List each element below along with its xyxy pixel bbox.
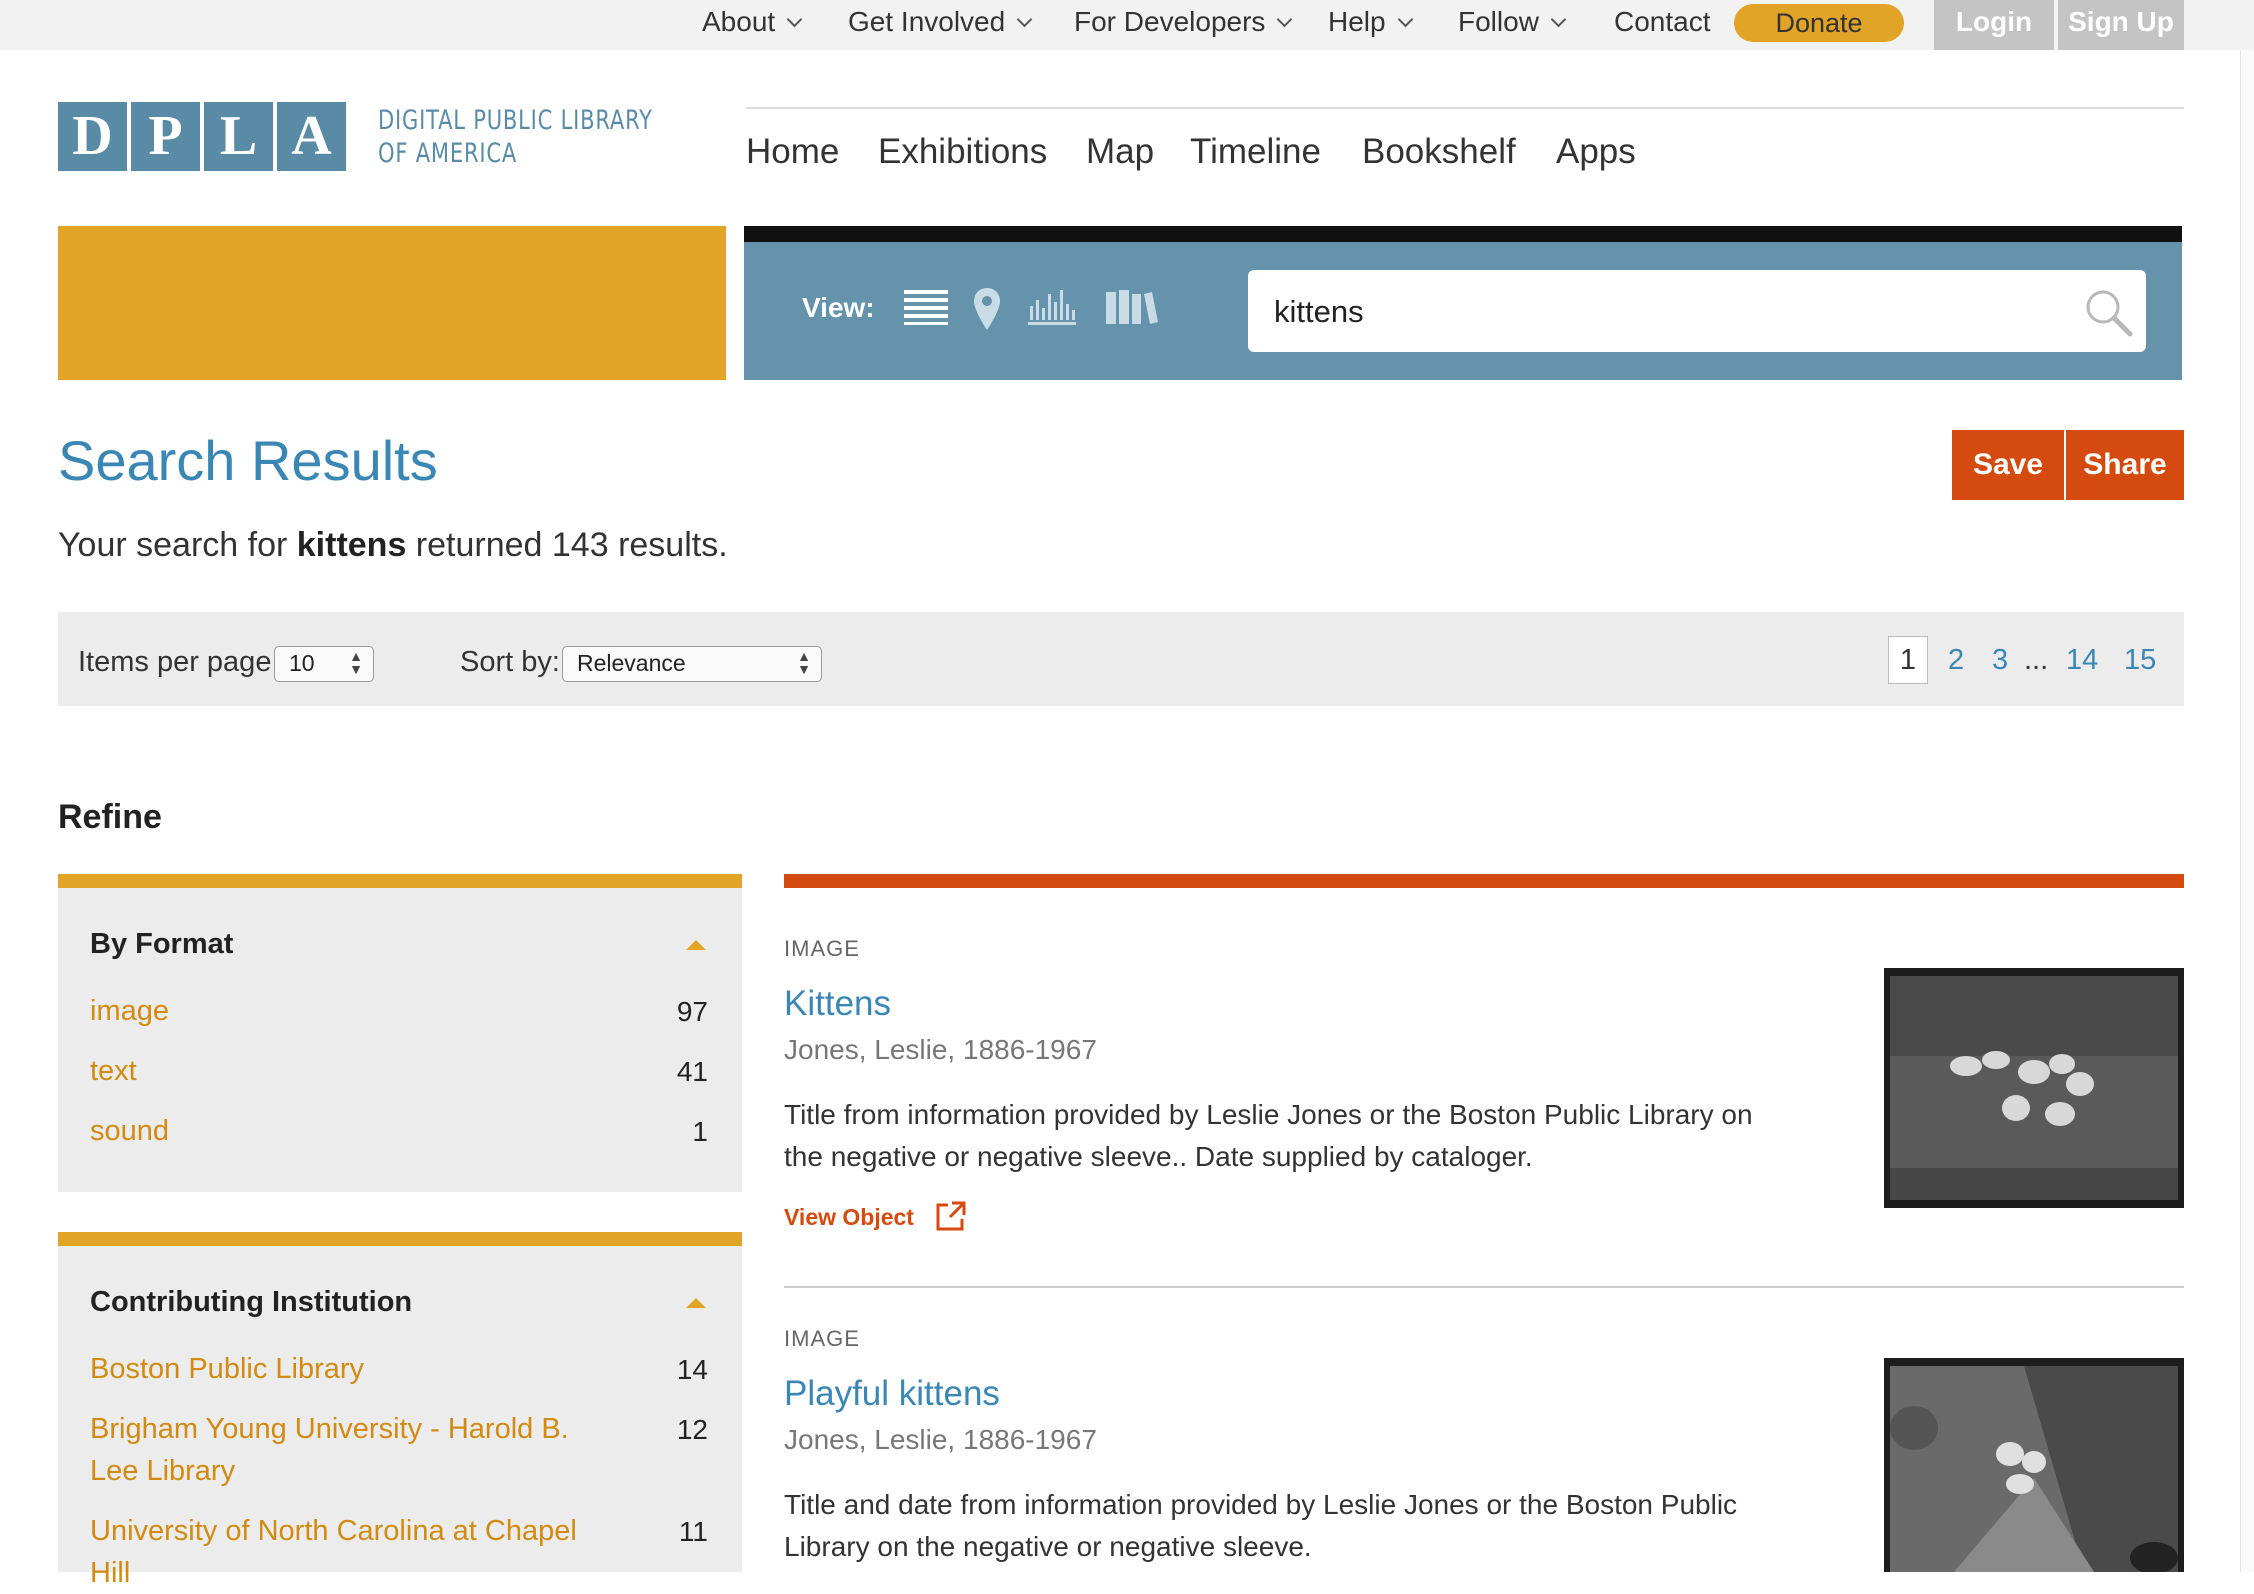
facet-option[interactable]: sound [90,1110,610,1152]
search-input[interactable] [1248,270,2146,352]
chevron-down-icon [1277,11,1293,28]
utility-bar: About Get Involved For Developers Help F… [0,0,2254,50]
logo-letter: P [131,102,204,171]
result-title-link[interactable]: Playful kittens [784,1374,1000,1414]
bookshelf-view-icon[interactable] [1104,286,1158,326]
facet-format: By Format image 97 text 41 sound 1 [58,874,742,1192]
facet-option[interactable]: University of North Carolina at Chapel H… [90,1510,610,1594]
kittens-photo [1884,968,2184,1208]
chevron-down-icon [1016,11,1033,28]
logo-wordmark[interactable]: DIGITAL PUBLIC LIBRARY OF AMERICA [378,104,653,170]
facet-option[interactable]: Brigham Young University - Harold B. Lee… [90,1408,610,1492]
refine-heading: Refine [58,798,162,836]
dpla-logo[interactable]: D P L A [58,102,346,171]
facet-contributing-institution: Contributing Institution Boston Public L… [58,1232,742,1589]
logo-letter: L [204,102,277,171]
pagination-page[interactable]: 2 [1948,644,1964,677]
sort-by-select[interactable]: Relevance ▲ ▼ [562,646,822,682]
facet-option[interactable]: text [90,1050,610,1092]
search-term: kittens [296,526,407,564]
facet-count: 41 [676,1056,708,1087]
logo-letter: D [58,102,131,171]
facet-count: 11 [678,1516,708,1547]
nav-home[interactable]: Home [746,132,839,172]
donate-button[interactable]: Donate [1734,4,1904,42]
facet-option[interactable]: image [90,990,610,1032]
items-per-page-select[interactable]: 10 ▲ ▼ [274,646,374,682]
result-creator: Jones, Leslie, 1886-1967 [784,1424,1097,1455]
facet-title: By Format [90,928,234,960]
chevron-down-icon [786,11,803,28]
signup-button[interactable]: Sign Up [2058,0,2184,50]
share-button[interactable]: Share [2066,430,2184,500]
result-type: IMAGE [784,936,860,961]
page-scrollbar[interactable] [2240,50,2254,1572]
result-type: IMAGE [784,1326,860,1351]
help-menu[interactable]: Help [1328,0,1413,44]
follow-menu[interactable]: Follow [1458,0,1567,44]
chevron-down-icon [1397,11,1413,28]
nav-map[interactable]: Map [1086,132,1154,172]
collapse-caret-icon[interactable] [686,1298,706,1308]
map-view-icon[interactable] [972,286,1002,334]
facet-count: 1 [692,1116,708,1147]
pagination-page[interactable]: 14 [2066,644,2098,677]
items-per-page-label: Items per page: [78,646,280,678]
for-developers-menu[interactable]: For Developers [1074,0,1293,44]
results-controls [58,612,2184,706]
facet-count: 12 [676,1414,708,1445]
result-description: Title and date from information provided… [784,1489,1738,1562]
facet-count: 14 [676,1354,708,1385]
logo-letter: A [277,102,346,171]
result-title-link[interactable]: Kittens [784,984,891,1024]
facet-title: Contributing Institution [90,1286,413,1318]
playful-kittens-photo [1884,1358,2184,1572]
results-summary: Your search for kittens returned 143 res… [58,526,728,564]
nav-divider [746,107,2184,109]
select-arrows-icon: ▲ ▼ [797,648,811,677]
pagination-page[interactable]: 3 [1992,644,2008,677]
page-title: Search Results [58,429,438,492]
nav-bookshelf[interactable]: Bookshelf [1362,132,1516,172]
about-menu[interactable]: About [702,0,803,44]
view-object-link[interactable]: View Object [784,1201,968,1236]
chevron-down-icon [1550,11,1567,28]
results-top-rule [784,874,2184,888]
view-label: View: [802,292,875,323]
facet-option[interactable]: Boston Public Library [90,1348,610,1390]
nav-exhibitions[interactable]: Exhibitions [878,132,1047,172]
select-arrows-icon: ▲ ▼ [349,648,363,677]
search-query: kittens [1274,294,1364,329]
result-thumbnail[interactable] [1884,968,2184,1208]
result-thumbnail[interactable] [1884,1358,2184,1572]
banner-block [58,226,726,380]
external-link-icon [936,1201,966,1231]
nav-timeline[interactable]: Timeline [1190,132,1321,172]
collapse-caret-icon[interactable] [686,940,706,950]
sort-by-label: Sort by: [460,646,560,678]
save-button[interactable]: Save [1952,430,2064,500]
result-creator: Jones, Leslie, 1886-1967 [784,1034,1097,1065]
facet-count: 97 [676,996,708,1027]
list-view-icon[interactable] [902,286,950,326]
search-band-top-rule [744,226,2182,242]
search-icon[interactable] [2082,286,2134,338]
result-divider [784,1286,2184,1288]
contact-link[interactable]: Contact [1614,0,1711,44]
logo-line-2: OF AMERICA [378,138,518,169]
timeline-view-icon[interactable] [1028,286,1076,326]
login-button[interactable]: Login [1934,0,2054,50]
pagination-ellipsis: ... [2024,644,2049,676]
result-description: Title from information provided by Lesli… [784,1099,1753,1172]
pagination-page[interactable]: 15 [2124,644,2156,677]
pagination-current-page[interactable]: 1 [1888,636,1928,684]
get-involved-menu[interactable]: Get Involved [848,0,1033,44]
nav-apps[interactable]: Apps [1556,132,1636,172]
logo-line-1: DIGITAL PUBLIC LIBRARY [378,105,653,136]
